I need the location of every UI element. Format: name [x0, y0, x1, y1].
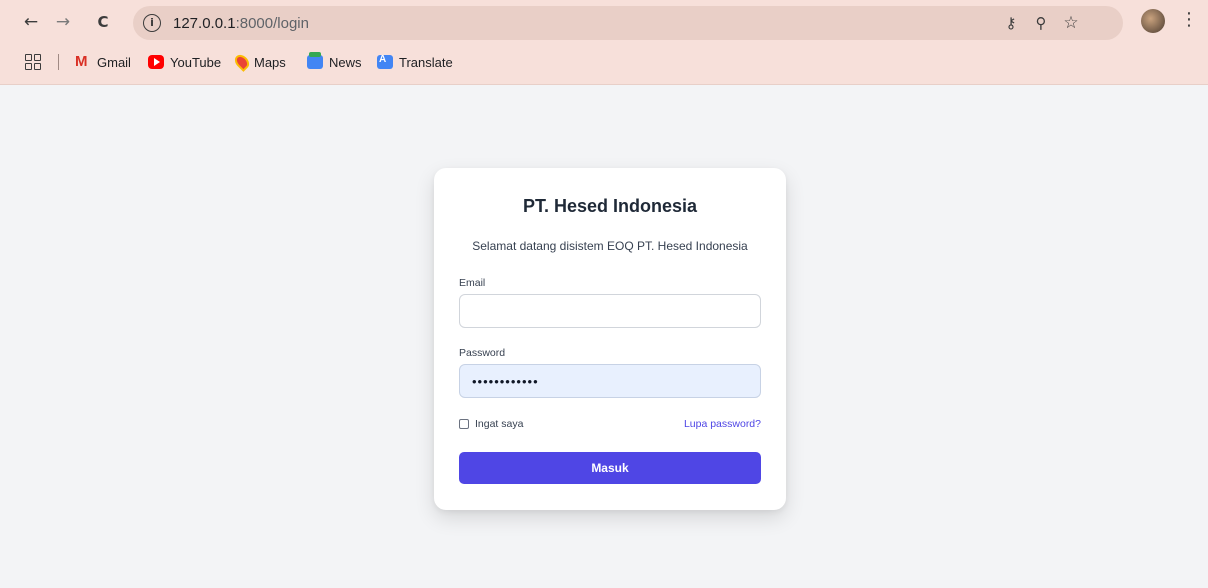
email-field[interactable] — [459, 294, 761, 328]
bookmarks-bar: M Gmail YouTube Maps News Translate — [0, 48, 1208, 76]
email-label: Email — [459, 277, 486, 289]
bookmark-star-icon[interactable]: ☆ — [1061, 13, 1081, 33]
menu-icon[interactable]: ⋮ — [1180, 9, 1198, 35]
remember-label: Ingat saya — [475, 418, 524, 430]
url-host: 127.0.0.1 — [173, 15, 236, 32]
remember-checkbox[interactable] — [459, 419, 469, 429]
remember-me[interactable]: Ingat saya — [459, 418, 523, 430]
address-url[interactable]: 127.0.0.1:8000/login — [173, 15, 309, 32]
zoom-icon[interactable]: ⚲ — [1031, 14, 1051, 32]
page-title: PT. Hesed Indonesia — [522, 196, 698, 216]
bookmark-label: Gmail — [97, 54, 131, 70]
apps-grid-icon[interactable] — [25, 54, 41, 70]
bookmark-label: News — [329, 54, 362, 70]
welcome-text: Selamat datang disistem EOQ PT. Hesed In… — [472, 239, 748, 253]
bookmark-translate[interactable]: Translate — [377, 52, 453, 72]
password-label: Password — [459, 347, 506, 359]
site-info-icon[interactable]: i — [143, 14, 161, 32]
reload-icon[interactable]: C — [90, 9, 116, 35]
url-path: :8000/login — [235, 15, 309, 32]
back-arrow-icon[interactable]: ← — [18, 9, 44, 35]
bookmark-label: YouTube — [170, 54, 222, 70]
forward-arrow-icon[interactable]: → — [50, 9, 76, 35]
bookmark-maps[interactable]: Maps — [232, 52, 286, 72]
password-field[interactable] — [459, 364, 761, 398]
maps-icon — [232, 52, 252, 72]
bookmark-news[interactable]: News — [307, 52, 362, 72]
profile-avatar[interactable] — [1141, 9, 1165, 33]
news-icon — [307, 52, 323, 69]
youtube-icon — [148, 55, 164, 69]
bookmark-youtube[interactable]: YouTube — [148, 52, 221, 72]
bookmark-label: Maps — [254, 54, 286, 70]
password-key-icon[interactable]: ⚷ — [1001, 14, 1021, 32]
login-button[interactable]: Masuk — [459, 452, 761, 484]
login-card: PT. Hesed Indonesia Selamat datang disis… — [434, 168, 786, 510]
browser-chrome: ← → C i 127.0.0.1:8000/login ⚷ ⚲ ☆ ⋮ M G… — [0, 0, 1208, 85]
translate-icon — [377, 54, 393, 69]
browser-toolbar: ← → C i 127.0.0.1:8000/login ⚷ ⚲ ☆ ⋮ — [0, 0, 1208, 45]
forgot-password-link[interactable]: Lupa password? — [684, 418, 761, 430]
bookmark-label: Translate — [399, 54, 453, 70]
bookmarks-divider — [58, 54, 59, 70]
bookmark-gmail[interactable]: M Gmail — [75, 52, 131, 72]
address-bar[interactable]: i 127.0.0.1:8000/login ⚷ ⚲ ☆ — [133, 6, 1123, 40]
gmail-icon: M — [75, 53, 88, 70]
